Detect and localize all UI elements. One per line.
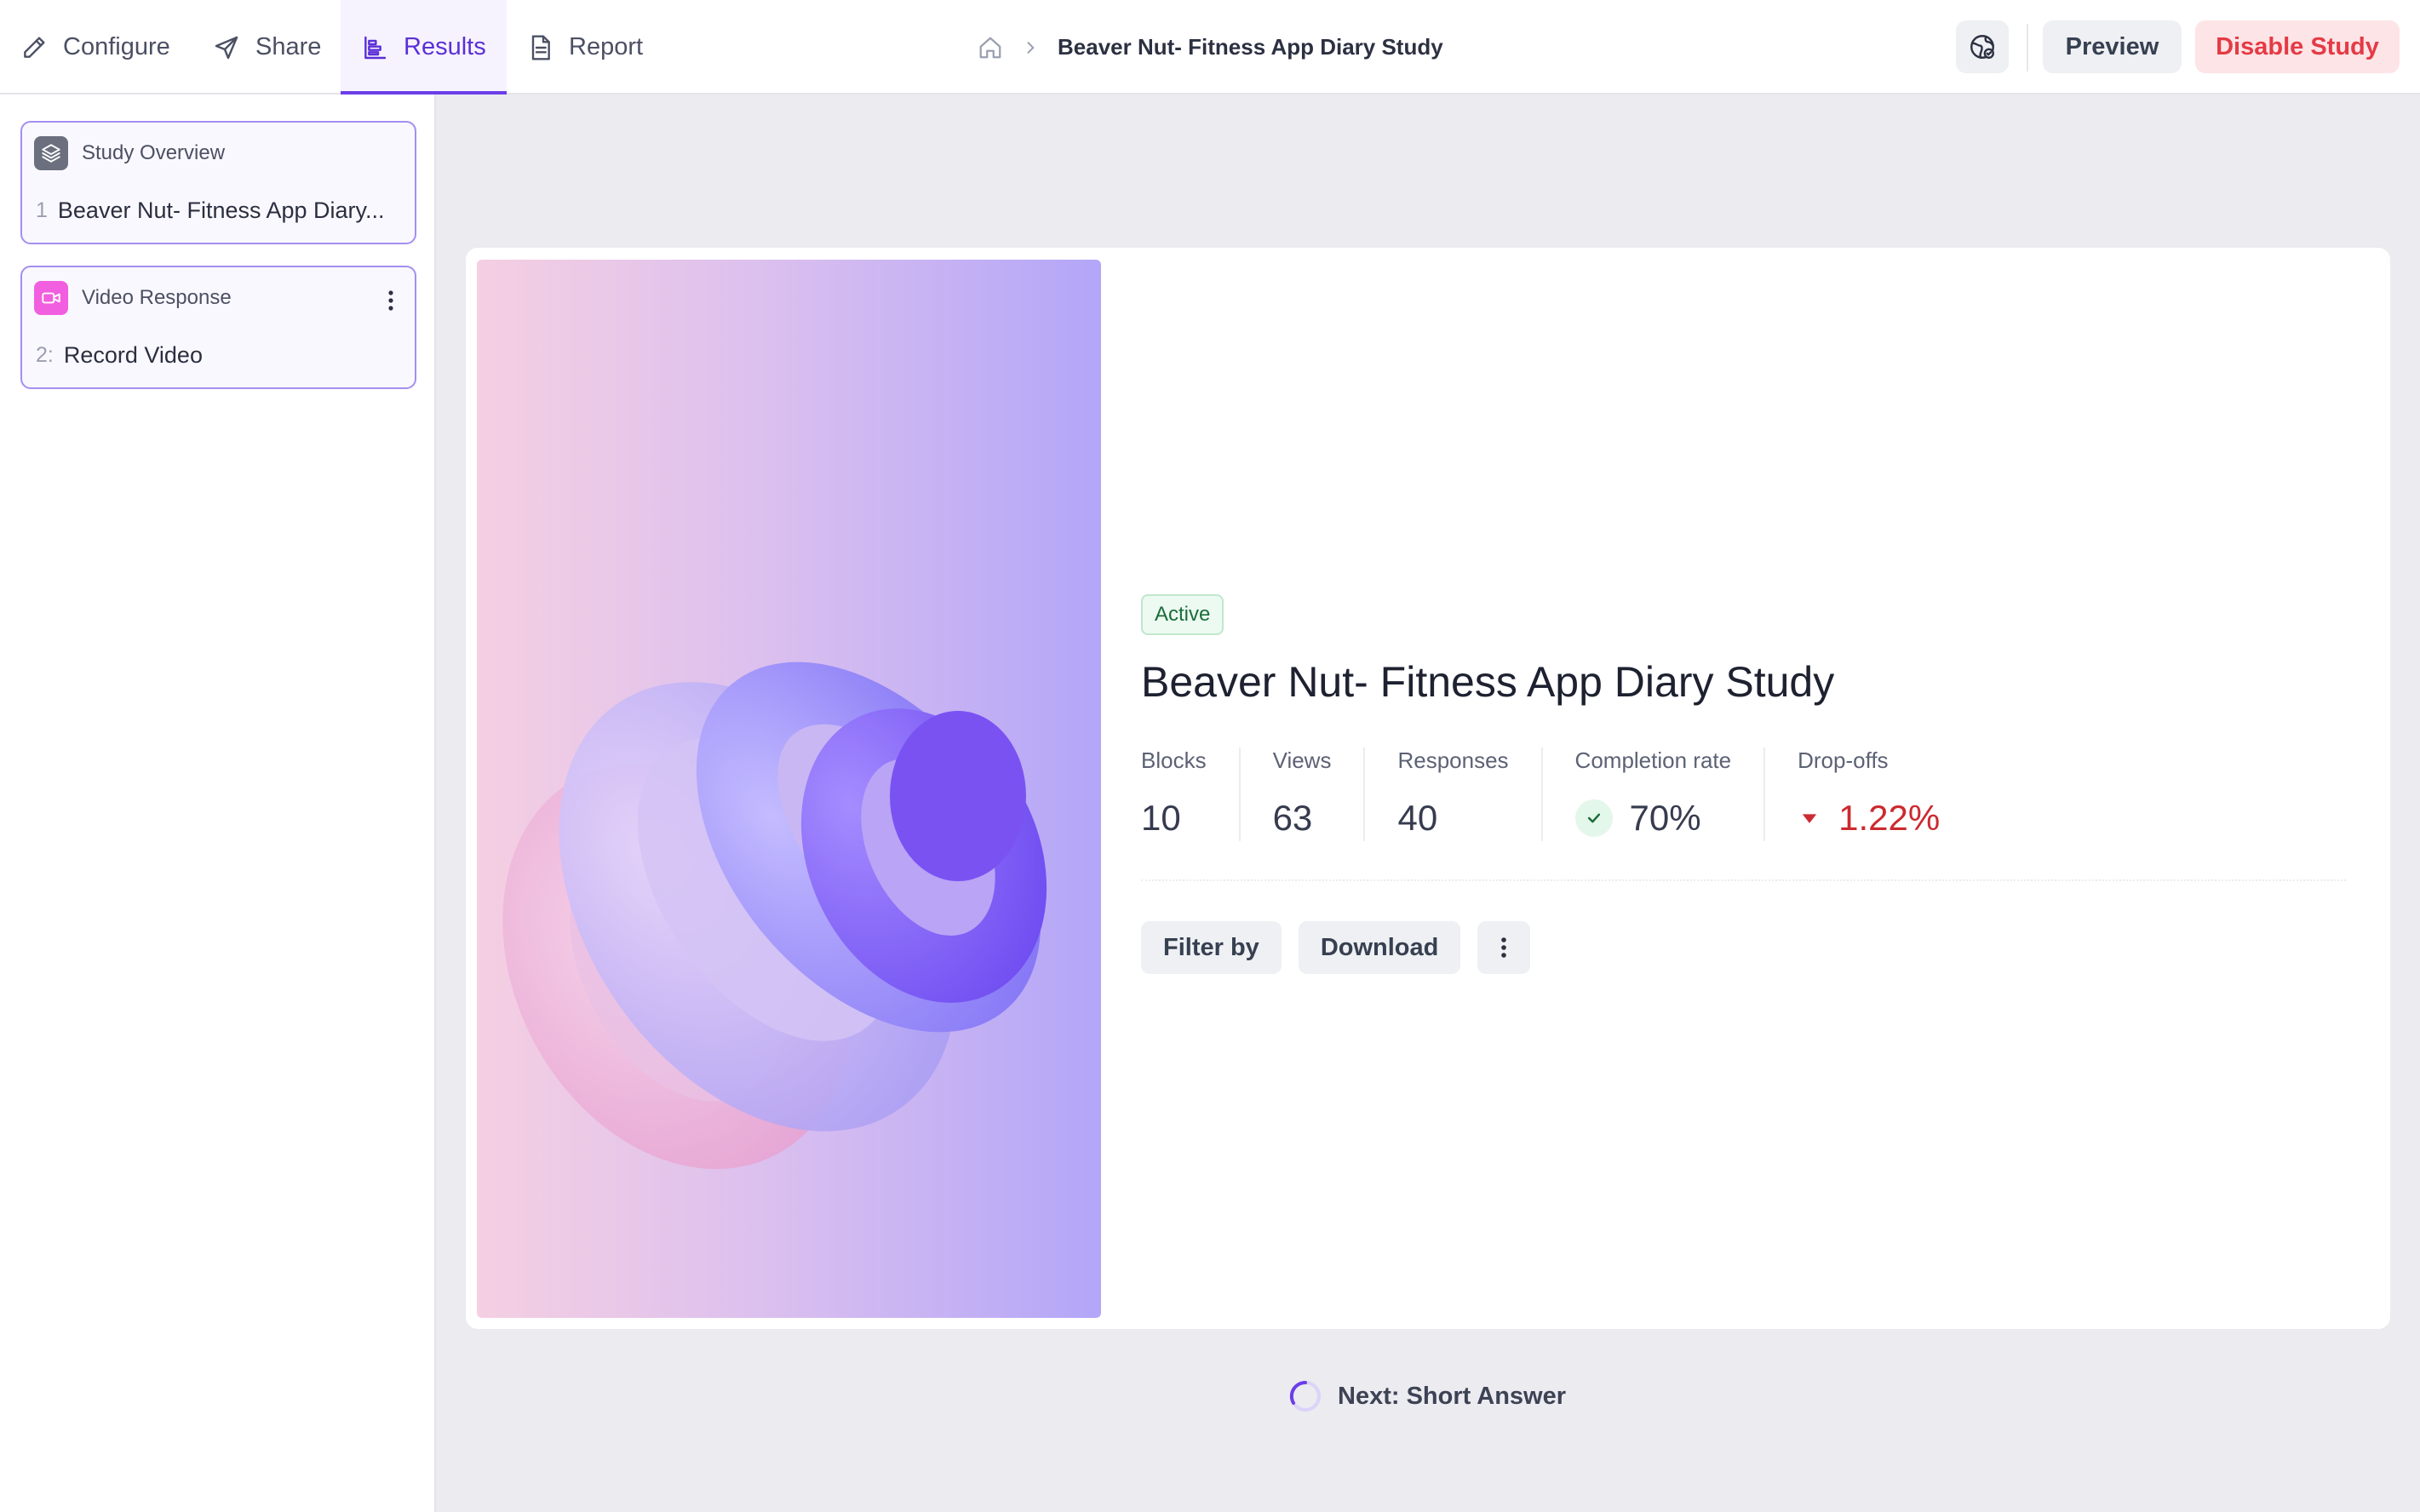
next-block-label: Next: Short Answer bbox=[1338, 1382, 1567, 1410]
breadcrumb-study-title[interactable]: Beaver Nut- Fitness App Diary Study bbox=[1058, 34, 1443, 60]
tab-configure-label: Configure bbox=[63, 33, 170, 60]
toolbar-divider bbox=[2027, 24, 2028, 72]
stat-label: Drop-offs bbox=[1798, 747, 1889, 773]
stat-views: Views 63 bbox=[1272, 747, 1366, 841]
block-type-badge bbox=[34, 281, 68, 315]
stat-label: Completion rate bbox=[1574, 747, 1732, 773]
blocks-sidebar: Study Overview 1 Beaver Nut- Fitness App… bbox=[0, 94, 436, 1512]
pencil-icon bbox=[24, 36, 45, 58]
block-card-video-response[interactable]: Video Response 2: Record Video bbox=[20, 266, 416, 389]
block-item-label: Record Video bbox=[63, 342, 203, 368]
stat-completion-rate: Completion rate 70% bbox=[1574, 747, 1766, 841]
block-header: Video Response bbox=[34, 281, 232, 315]
block-item-number: 2: bbox=[36, 343, 54, 367]
chevron-right-icon bbox=[1027, 41, 1035, 54]
download-button[interactable]: Download bbox=[1298, 921, 1461, 974]
kebab-icon bbox=[1501, 937, 1507, 958]
globe-button[interactable] bbox=[1956, 20, 2009, 73]
stat-value: 40 bbox=[1397, 798, 1438, 838]
top-navigation-bar: Configure Share Results Report Beaver Nu… bbox=[0, 0, 2420, 94]
send-icon bbox=[215, 36, 238, 59]
stat-label: Responses bbox=[1397, 747, 1509, 773]
stat-value: 70% bbox=[1574, 798, 1732, 839]
block-item[interactable]: 1 Beaver Nut- Fitness App Diary... bbox=[36, 198, 385, 224]
section-divider bbox=[1141, 879, 2346, 881]
breadcrumb: Beaver Nut- Fitness App Diary Study bbox=[978, 0, 1443, 94]
stat-value: 10 bbox=[1141, 798, 1181, 838]
block-header: Study Overview bbox=[34, 136, 225, 170]
stat-value: 63 bbox=[1272, 798, 1313, 838]
status-badge: Active bbox=[1141, 594, 1224, 635]
block-item[interactable]: 2: Record Video bbox=[36, 342, 203, 369]
block-type-label: Video Response bbox=[82, 286, 232, 309]
study-stats: Blocks 10 Views 63 Responses 40 Completi… bbox=[1141, 747, 2006, 841]
tab-share-label: Share bbox=[255, 33, 322, 60]
stat-value: 1.22% bbox=[1798, 798, 1940, 839]
stat-label: Blocks bbox=[1141, 747, 1207, 773]
study-overview-card: Active Beaver Nut- Fitness App Diary Stu… bbox=[466, 248, 2390, 1329]
stat-label: Views bbox=[1272, 747, 1332, 773]
study-cover-image bbox=[477, 260, 1101, 1318]
study-title: Beaver Nut- Fitness App Diary Study bbox=[1141, 658, 1835, 706]
check-circle-icon bbox=[1574, 799, 1613, 837]
tab-share[interactable]: Share bbox=[213, 0, 321, 94]
more-actions-button[interactable] bbox=[1477, 921, 1531, 974]
tab-configure[interactable]: Configure bbox=[20, 0, 170, 94]
block-item-label: Beaver Nut- Fitness App Diary... bbox=[57, 198, 385, 223]
block-item-number: 1 bbox=[36, 198, 48, 222]
document-icon bbox=[531, 34, 550, 60]
abstract-shape-illustration bbox=[502, 662, 1047, 1170]
next-block-indicator[interactable]: Next: Short Answer bbox=[1288, 1379, 1566, 1413]
disable-study-button[interactable]: Disable Study bbox=[2195, 20, 2400, 73]
block-type-label: Study Overview bbox=[82, 141, 226, 164]
globe-icon bbox=[1970, 35, 1994, 59]
completion-rate-value: 70% bbox=[1629, 798, 1701, 838]
stat-blocks: Blocks 10 bbox=[1141, 747, 1241, 841]
study-info: Active Beaver Nut- Fitness App Diary Stu… bbox=[1141, 594, 2350, 974]
home-icon[interactable] bbox=[978, 35, 1003, 60]
drop-offs-value: 1.22% bbox=[1838, 798, 1941, 838]
preview-button[interactable]: Preview bbox=[2043, 20, 2182, 73]
stat-responses: Responses 40 bbox=[1397, 747, 1543, 841]
tab-results-label: Results bbox=[404, 33, 486, 60]
block-type-badge bbox=[34, 136, 68, 170]
triangle-down-icon bbox=[1802, 814, 1817, 823]
video-camera-icon bbox=[42, 292, 60, 304]
tab-results[interactable]: Results bbox=[341, 0, 507, 94]
spinner-icon bbox=[1289, 1380, 1321, 1412]
layers-icon bbox=[42, 144, 60, 163]
filter-by-button[interactable]: Filter by bbox=[1141, 921, 1282, 974]
tab-report[interactable]: Report bbox=[526, 0, 643, 94]
block-card-study-overview[interactable]: Study Overview 1 Beaver Nut- Fitness App… bbox=[20, 121, 416, 244]
results-actions: Filter by Download bbox=[1141, 921, 1531, 974]
tab-report-label: Report bbox=[569, 33, 644, 60]
stat-drop-offs: Drop-offs 1.22% bbox=[1798, 747, 1974, 839]
kebab-icon[interactable] bbox=[382, 288, 399, 313]
results-chart-icon bbox=[364, 36, 387, 59]
